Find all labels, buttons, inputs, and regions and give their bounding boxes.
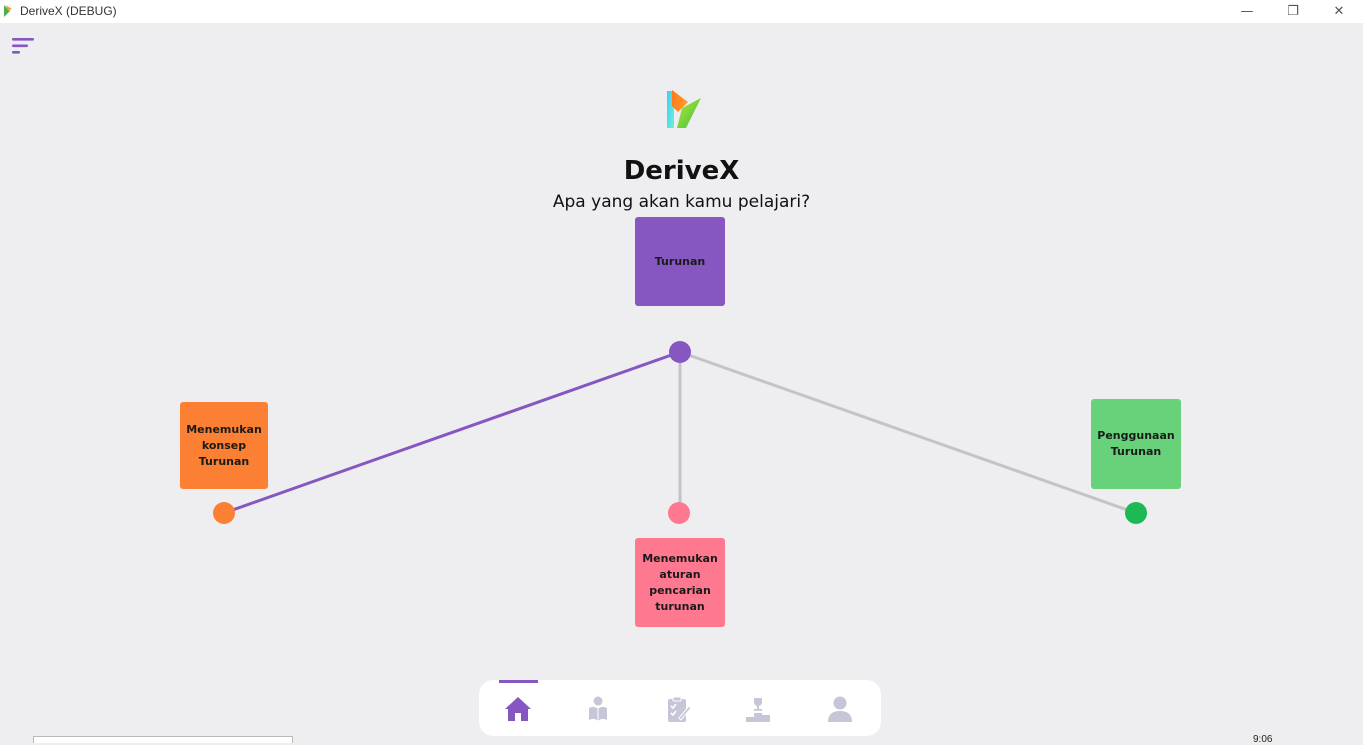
- node-penggunaan: [1125, 502, 1147, 524]
- active-tab-indicator: [499, 680, 538, 683]
- topic-card-penggunaan[interactable]: Penggunaan Turunan: [1091, 399, 1181, 489]
- nav-quiz[interactable]: [660, 692, 696, 726]
- topic-card-turunan[interactable]: Turunan: [635, 217, 725, 306]
- link-root-penggunaan: [679, 350, 1137, 515]
- quiz-icon: [668, 696, 692, 722]
- reading-icon: [589, 696, 607, 721]
- link-root-konsep: [223, 350, 681, 515]
- home-icon: [505, 697, 531, 721]
- topic-card-menemukan-aturan[interactable]: Menemukan aturan pencarian turunan: [635, 538, 725, 627]
- profile-icon: [828, 696, 852, 722]
- bottom-navigation: [479, 680, 881, 736]
- node-aturan: [668, 502, 690, 524]
- topic-label-penggunaan: Penggunaan Turunan: [1097, 429, 1175, 458]
- node-konsep: [213, 502, 235, 524]
- topic-label-menemukan-aturan: Menemukan aturan pencarian turunan: [642, 551, 718, 613]
- nav-leaderboard[interactable]: [740, 692, 776, 726]
- leaderboard-icon: [746, 698, 770, 722]
- topic-label-menemukan-konsep: Menemukan konsep Turunan: [186, 422, 262, 468]
- topic-card-menemukan-konsep[interactable]: Menemukan konsep Turunan: [180, 402, 268, 489]
- nav-learn[interactable]: [580, 692, 616, 726]
- nav-profile[interactable]: [822, 692, 858, 726]
- topic-label-turunan: Turunan: [654, 254, 706, 268]
- topic-map: [213, 341, 1147, 524]
- system-clock: 9:06: [1253, 734, 1273, 745]
- node-root: [669, 341, 691, 363]
- nav-home[interactable]: [500, 692, 536, 726]
